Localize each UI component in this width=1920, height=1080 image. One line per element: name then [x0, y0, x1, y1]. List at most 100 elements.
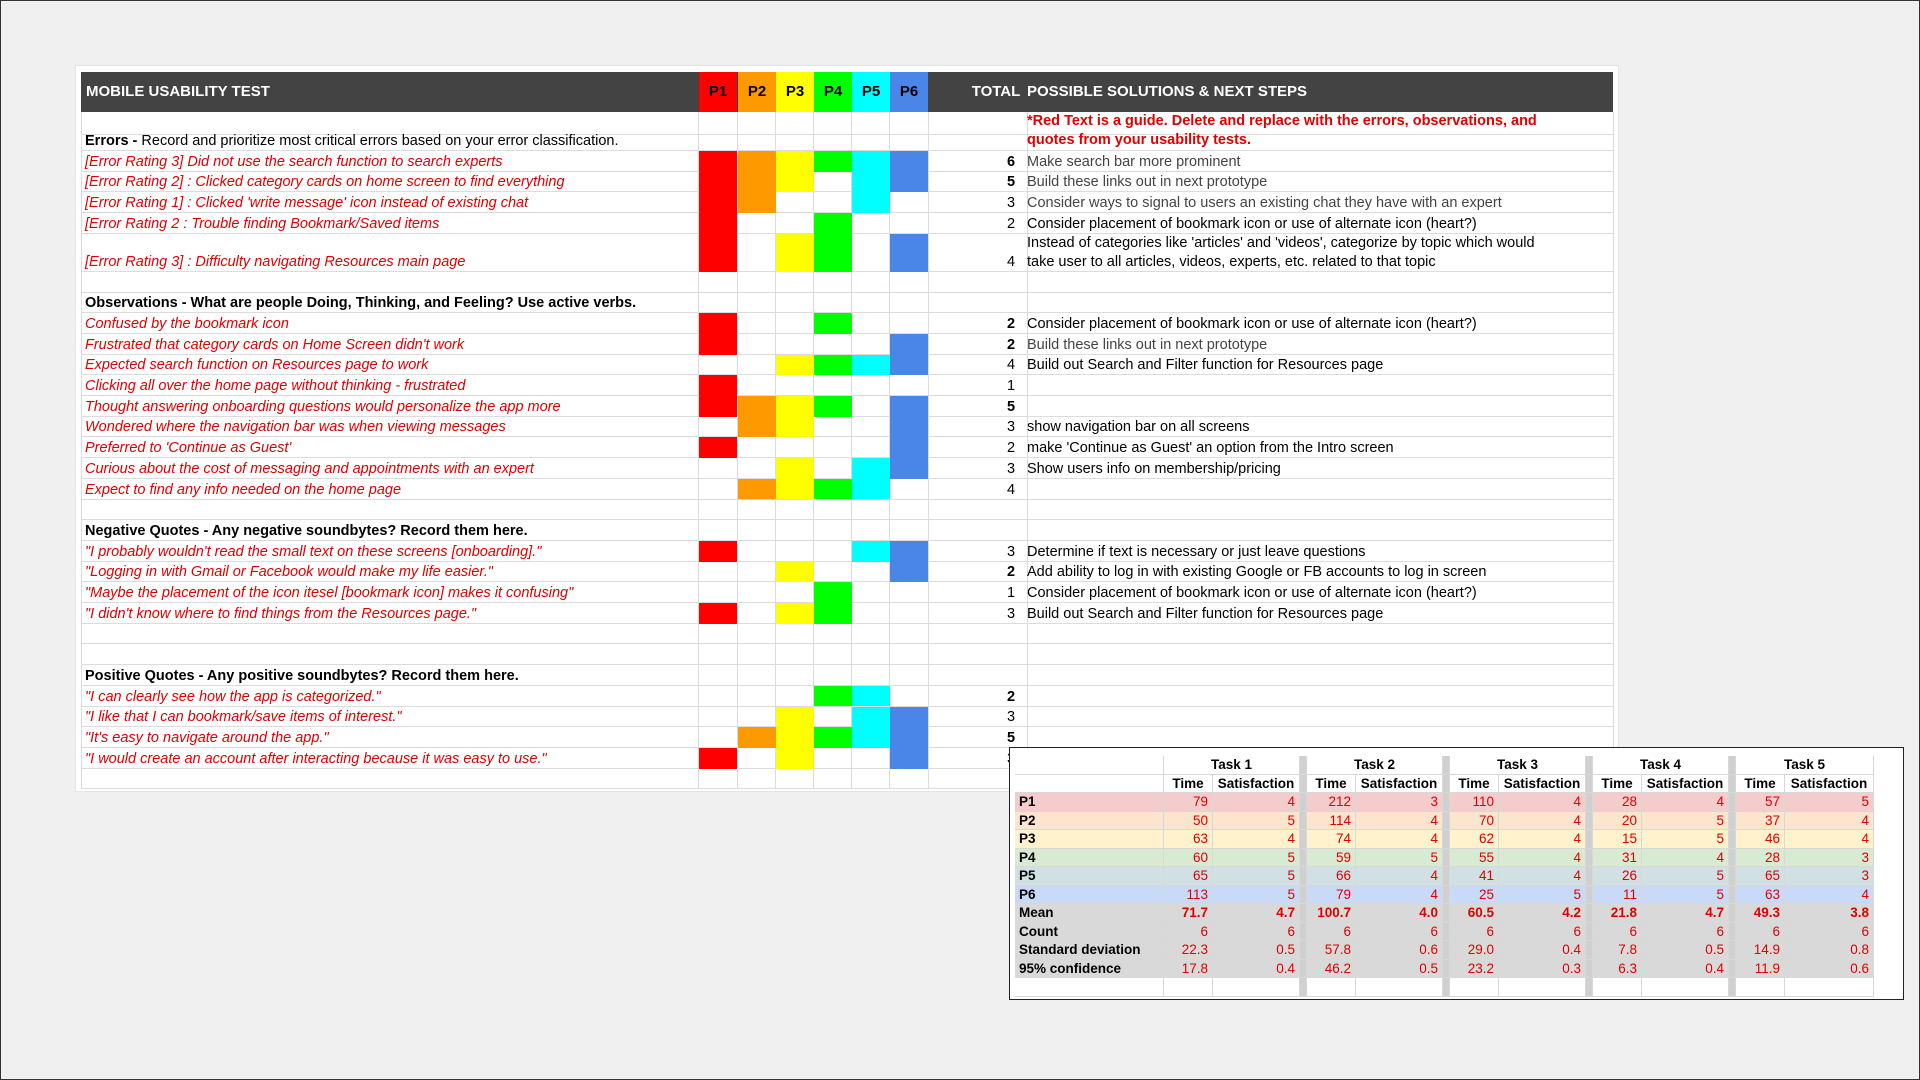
mark-p4 — [814, 213, 852, 234]
mark-p3 — [776, 706, 814, 728]
grid-line — [81, 560, 1613, 562]
metrics-satisfaction: 0.4 — [1641, 959, 1729, 978]
metrics-satisfaction: 4 — [1784, 885, 1874, 904]
metrics-separator — [1442, 811, 1450, 830]
metrics-subheader: Satisfaction — [1784, 774, 1874, 793]
metrics-time: 23.2 — [1449, 959, 1499, 978]
mark-p5 — [852, 458, 890, 479]
metrics-satisfaction: 3 — [1784, 848, 1874, 867]
metrics-separator — [1299, 903, 1307, 923]
mark-p6 — [890, 151, 928, 172]
metrics-satisfaction: 4 — [1784, 829, 1874, 849]
metrics-row: P2 50 5 114 4 70 4 20 5 37 4 — [1015, 811, 1874, 830]
metrics-satisfaction: 0.4 — [1212, 959, 1300, 978]
metrics-empty-cell — [1498, 977, 1586, 997]
section-heading-bold: Positive Quotes - Any positive soundbyte… — [85, 667, 519, 684]
finding-label: "I probably wouldn't read the small text… — [85, 543, 542, 560]
metrics-separator — [1299, 811, 1307, 830]
solution-text: Add ability to log in with existing Goog… — [1027, 564, 1487, 581]
solution-text: Build out Search and Filter function for… — [1027, 357, 1384, 374]
finding-label: [Error Rating 3] : Difficulty navigating… — [85, 253, 466, 270]
metrics-separator — [1442, 940, 1450, 960]
metrics-satisfaction: 5 — [1212, 811, 1300, 830]
metrics-time: 7.8 — [1592, 940, 1642, 960]
metrics-satisfaction: 5 — [1784, 792, 1874, 812]
total-header: TOTAL — [971, 83, 1021, 100]
metrics-separator — [1585, 903, 1593, 923]
metrics-row-label: P2 — [1015, 811, 1164, 830]
finding-total: 5 — [1006, 398, 1016, 415]
metrics-separator — [1728, 922, 1736, 941]
metrics-time: 46.2 — [1306, 959, 1356, 978]
grid-line — [81, 519, 1613, 521]
metrics-separator — [1442, 959, 1450, 978]
grid-line — [81, 457, 1613, 459]
metrics-time: 100.7 — [1306, 903, 1356, 923]
mark-p4 — [814, 685, 852, 707]
grid-line — [81, 664, 1613, 666]
finding-label: Expected search function on Resources pa… — [85, 357, 429, 374]
mark-p3 — [776, 233, 814, 272]
metrics-time: 29.0 — [1449, 940, 1499, 960]
grid-line — [81, 112, 82, 789]
mark-p5 — [852, 354, 890, 376]
metrics-satisfaction: 0.5 — [1355, 959, 1443, 978]
mark-p5 — [852, 727, 890, 748]
solution-text: make 'Continue as Guest' an option from … — [1027, 440, 1394, 457]
metrics-satisfaction: 4 — [1498, 792, 1586, 812]
metrics-time: 37 — [1735, 811, 1785, 830]
mark-p3 — [776, 727, 814, 748]
metrics-empty-cell — [1728, 977, 1736, 997]
finding-label: "Maybe the placement of the icon itesel … — [85, 585, 574, 601]
section-heading-bold: Negative Quotes - Any negative soundbyte… — [85, 522, 528, 539]
metrics-satisfaction: 4 — [1641, 848, 1729, 867]
metrics-satisfaction: 4 — [1355, 829, 1443, 849]
finding-total: 5 — [1006, 729, 1016, 746]
mark-p6 — [890, 727, 928, 748]
metrics-time: 60.5 — [1449, 903, 1499, 923]
metrics-satisfaction: 6 — [1784, 922, 1874, 941]
finding-label: Clicking all over the home page without … — [85, 378, 466, 394]
mark-p6 — [890, 333, 928, 355]
metrics-subheader-row: Time Satisfaction Time Satisfaction Time Sati… — [1015, 774, 1874, 793]
mark-p3 — [776, 458, 814, 479]
metrics-time: 57.8 — [1306, 940, 1356, 960]
metrics-satisfaction: 4 — [1355, 885, 1443, 904]
finding-label: [Error Rating 2 : Trouble finding Bookma… — [85, 215, 440, 232]
metrics-separator — [1728, 811, 1736, 830]
mark-p6 — [890, 747, 928, 769]
metrics-time: 60 — [1163, 848, 1213, 867]
metrics-corner — [1015, 774, 1164, 793]
grid-line — [81, 539, 1613, 541]
metrics-time: 22.3 — [1163, 940, 1213, 960]
metrics-time: 49.3 — [1735, 903, 1785, 923]
finding-label: "I would create an account after interac… — [85, 750, 547, 767]
metrics-row-label: Standard deviation — [1015, 940, 1164, 960]
mark-p1 — [699, 603, 737, 624]
finding-label: Confused by the bookmark icon — [85, 315, 289, 332]
metrics-separator — [1728, 866, 1736, 886]
metrics-task-header: Task 4 — [1592, 756, 1729, 775]
guide-note-line-1: *Red Text is a guide. Delete and replace… — [1027, 113, 1537, 129]
solution-text: Consider placement of bookmark icon or u… — [1027, 315, 1477, 332]
metrics-time: 15 — [1592, 829, 1642, 849]
mark-p1 — [699, 213, 737, 234]
solution-text: Consider ways to signal to users an exis… — [1027, 195, 1502, 212]
metrics-subheader: Satisfaction — [1355, 774, 1443, 793]
usability-sheet: MOBILE USABILITY TEST TOTAL POSSIBLE SOL… — [76, 66, 1618, 791]
metrics-row: 95% confidence 17.8 0.4 46.2 0.5 23.2 0.3 6.3 0.… — [1015, 959, 1874, 978]
metrics-empty-cell — [1585, 977, 1593, 997]
metrics-time: 20 — [1592, 811, 1642, 830]
metrics-satisfaction: 0.4 — [1498, 940, 1586, 960]
metrics-separator — [1442, 848, 1450, 867]
metrics-row-label: P3 — [1015, 829, 1164, 849]
metrics-empty-cell — [1449, 977, 1499, 997]
metrics-row-label: Mean — [1015, 903, 1164, 923]
metrics-time: 50 — [1163, 811, 1213, 830]
metrics-empty-cell — [1784, 977, 1874, 997]
metrics-separator — [1728, 774, 1736, 793]
metrics-satisfaction: 4 — [1498, 866, 1586, 886]
metrics-time: 11.9 — [1735, 959, 1785, 978]
metrics-satisfaction: 0.5 — [1212, 940, 1300, 960]
metrics-satisfaction: 4 — [1355, 811, 1443, 830]
